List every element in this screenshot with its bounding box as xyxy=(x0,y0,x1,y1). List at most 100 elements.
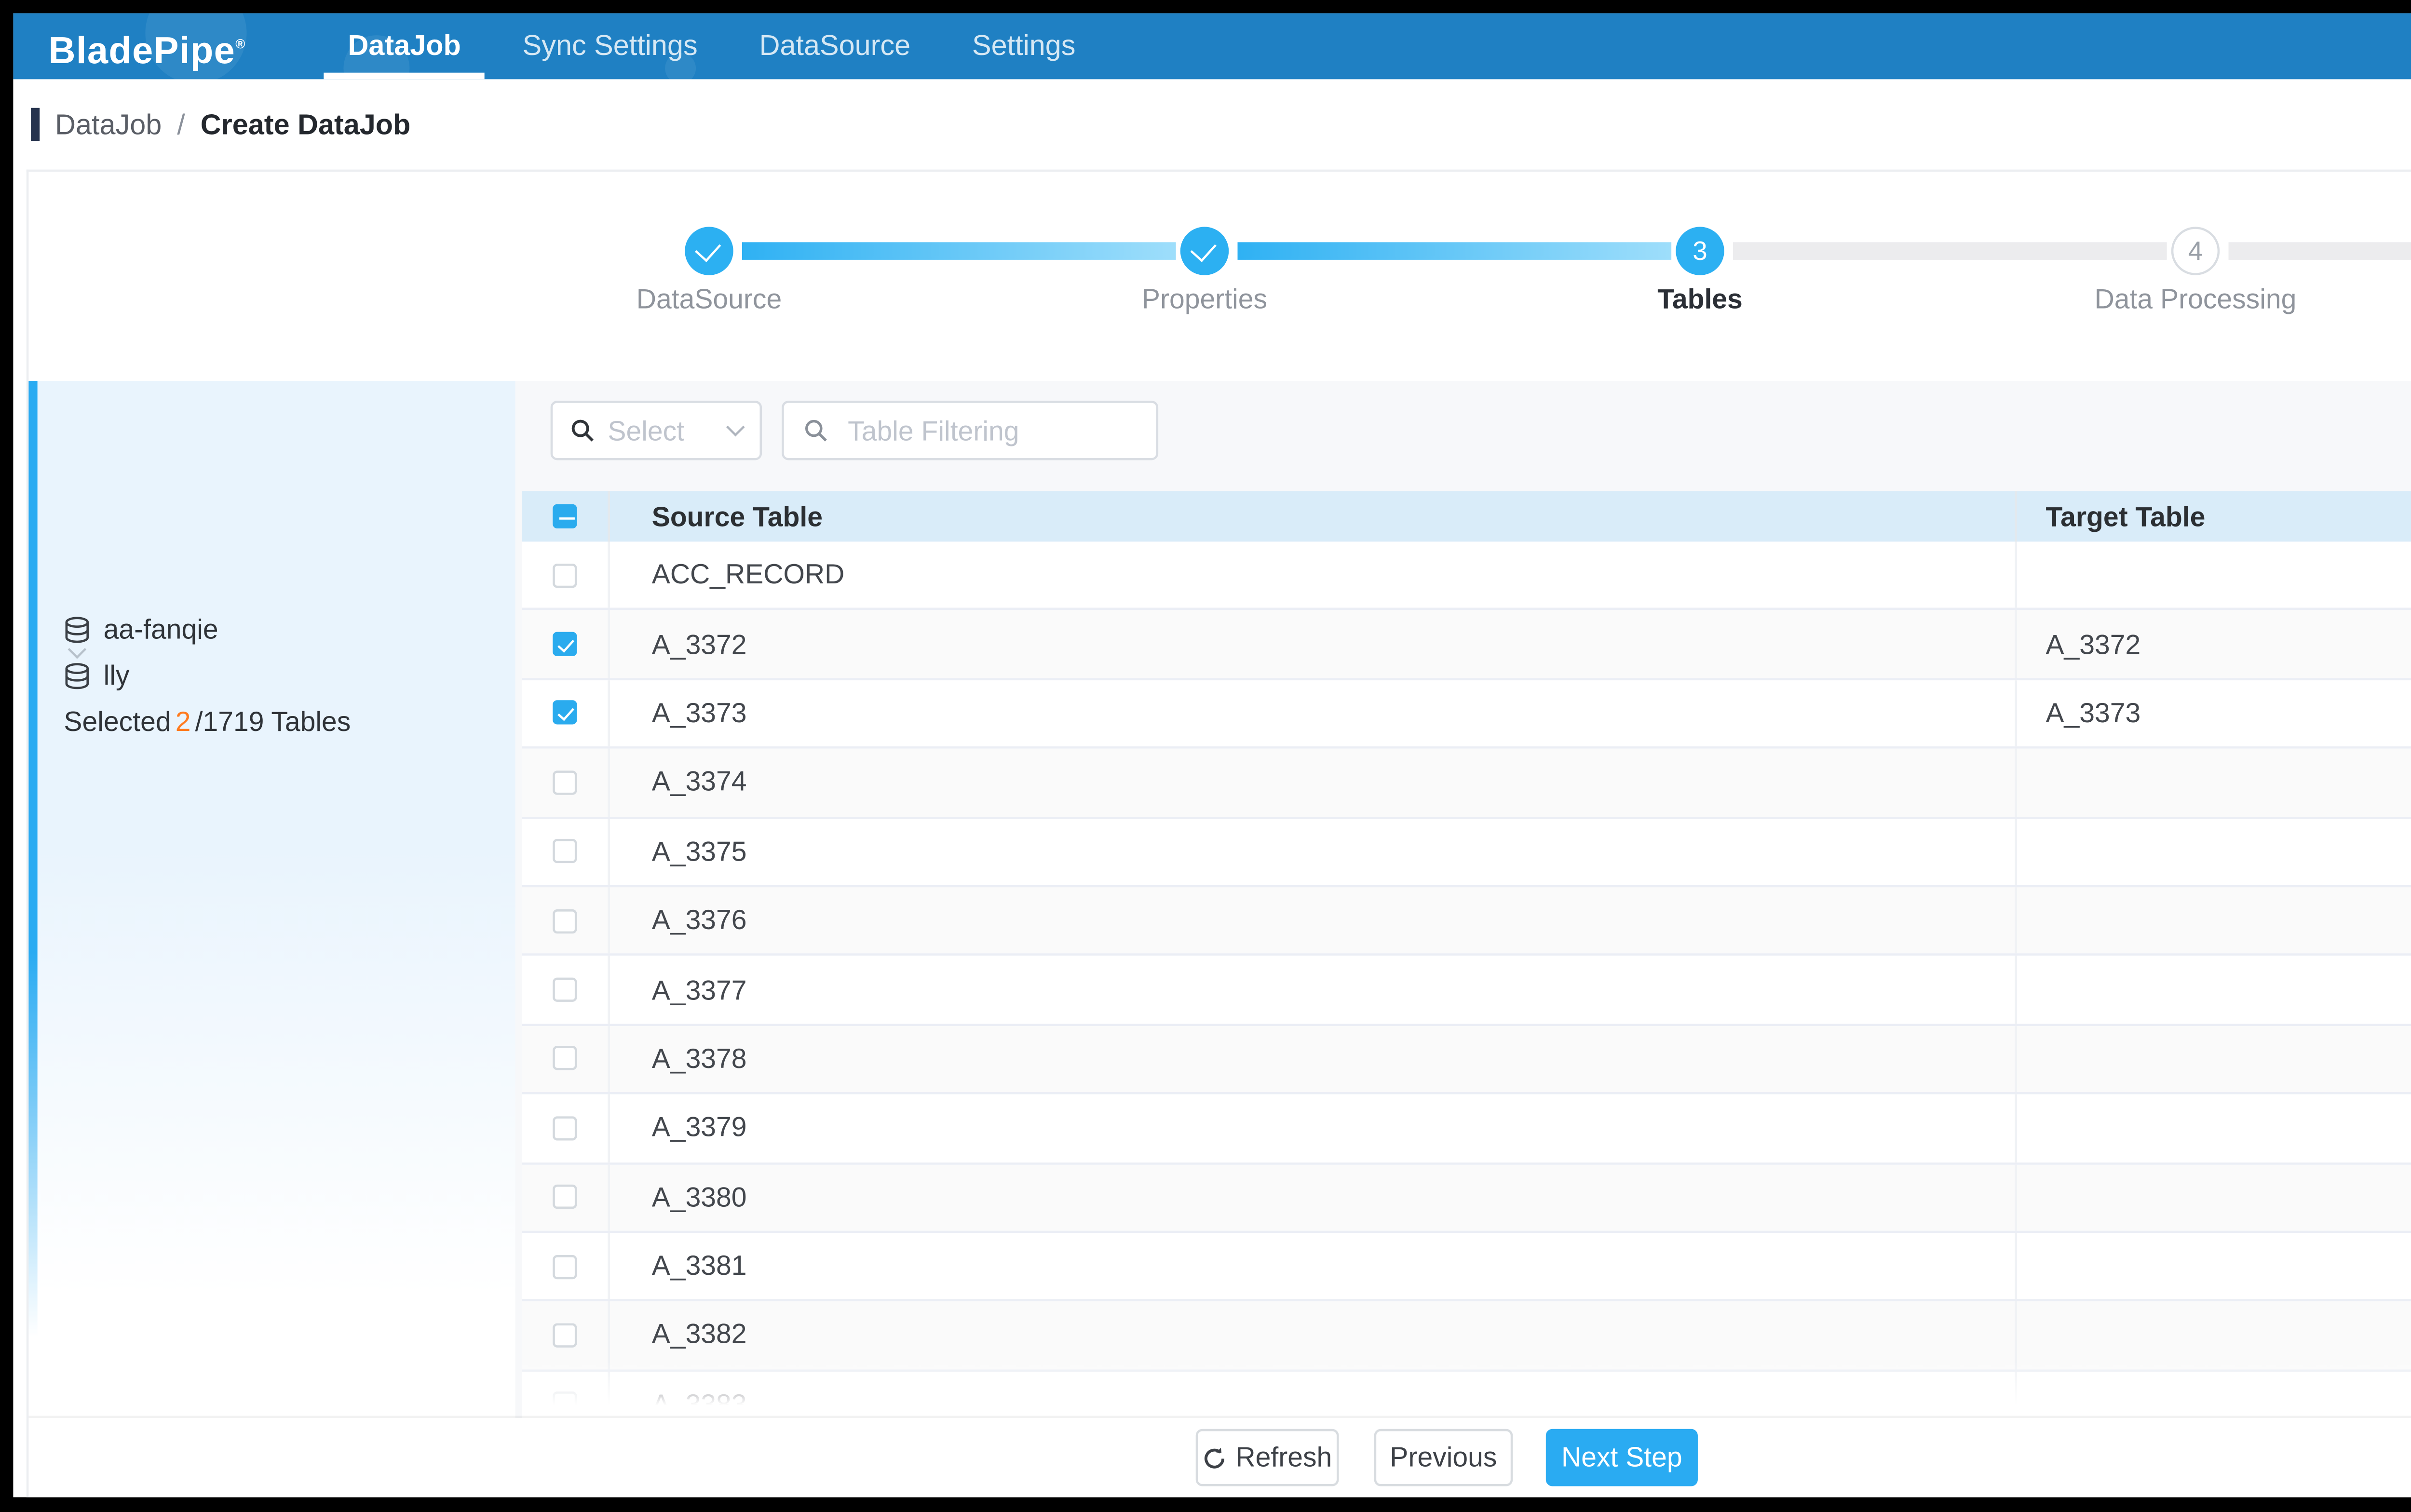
row-checkbox[interactable] xyxy=(553,978,577,1002)
target-table-cell xyxy=(2017,818,2411,885)
step-circle-tables: 3 xyxy=(1676,227,1724,275)
source-table-cell: A_3381 xyxy=(610,1233,2017,1300)
source-table-cell: A_3382 xyxy=(610,1302,2017,1369)
page-title: Create DataJob xyxy=(201,108,411,141)
row-checkbox[interactable] xyxy=(553,1323,577,1348)
search-icon xyxy=(570,418,595,443)
target-table-cell: A_3373 xyxy=(2017,680,2411,747)
table-filter-box xyxy=(782,401,1158,460)
step-label-tables: Tables xyxy=(1657,284,1743,315)
breadcrumb-accent-bar xyxy=(31,108,39,141)
source-table-cell: A_3383 xyxy=(610,1371,2017,1420)
target-table-cell xyxy=(2017,1026,2411,1093)
step-connector xyxy=(742,242,1176,260)
table-row: A_3372 A_3372 xyxy=(522,611,2411,680)
table-row: A_3374 xyxy=(522,749,2411,818)
target-table-cell xyxy=(2017,1094,2411,1161)
table-row: A_3382 xyxy=(522,1302,2411,1371)
breadcrumb: DataJob / Create DataJob xyxy=(55,79,410,169)
row-checkbox[interactable] xyxy=(553,1392,577,1417)
filter-type-select[interactable]: Select xyxy=(551,401,762,460)
row-checkbox[interactable] xyxy=(553,839,577,864)
previous-button[interactable]: Previous xyxy=(1374,1429,1513,1486)
step-circle-data-processing: 4 xyxy=(2171,227,2220,275)
target-table-cell xyxy=(2017,1371,2411,1420)
sidebar-item-target-db[interactable]: lly xyxy=(64,661,129,691)
selected-count-line: Selected2/1719 Tables xyxy=(64,707,351,738)
target-table-cell xyxy=(2017,541,2411,608)
select-placeholder: Select xyxy=(608,415,716,446)
table-row: A_3373 A_3373 xyxy=(522,680,2411,749)
row-checkbox[interactable] xyxy=(553,770,577,795)
row-checkbox[interactable] xyxy=(553,563,577,587)
source-table-column-header: Source Table xyxy=(610,491,2017,541)
target-db-name: lly xyxy=(104,661,130,691)
datasource-sidebar: aa-fanqie lly Selected2/1719 Tables xyxy=(28,381,515,1420)
sidebar-accent-bar xyxy=(28,381,37,1420)
source-table-cell: A_3379 xyxy=(610,1094,2017,1161)
target-table-cell xyxy=(2017,887,2411,954)
row-checkbox[interactable] xyxy=(553,632,577,656)
check-icon xyxy=(695,235,721,262)
row-checkbox[interactable] xyxy=(553,1047,577,1071)
table-row: A_3377 xyxy=(522,957,2411,1026)
registered-mark: ® xyxy=(235,40,246,53)
row-checkbox[interactable] xyxy=(553,1116,577,1140)
table-filter-input[interactable] xyxy=(843,413,1136,448)
breadcrumb-section[interactable]: DataJob xyxy=(55,108,162,141)
table-row: A_3376 xyxy=(522,887,2411,956)
table-row: A_3375 xyxy=(522,818,2411,887)
tab-settings[interactable]: Settings xyxy=(941,13,1106,79)
step-circle-properties xyxy=(1180,227,1229,275)
step-label-properties: Properties xyxy=(1142,284,1267,315)
source-table-cell: A_3377 xyxy=(610,957,2017,1024)
table-header: Source Table Target Table xyxy=(522,491,2411,541)
tab-datasource[interactable]: DataSource xyxy=(729,13,941,79)
step-label-data-processing: Data Processing xyxy=(2095,284,2297,315)
bladepipe-logo[interactable]: BladePipe® xyxy=(48,13,245,79)
database-icon xyxy=(64,662,90,690)
target-table-text: A_3373 xyxy=(2045,698,2140,729)
source-table-cell: A_3372 xyxy=(610,611,2017,678)
source-table-cell: A_3375 xyxy=(610,818,2017,885)
refresh-icon xyxy=(1203,1445,1227,1470)
table-row: ACC_RECORD xyxy=(522,541,2411,610)
target-table-cell xyxy=(2017,1233,2411,1300)
tab-datajob[interactable]: DataJob xyxy=(317,13,492,79)
table-row: A_3381 xyxy=(522,1233,2411,1302)
search-icon xyxy=(804,418,828,443)
refresh-button[interactable]: Refresh xyxy=(1196,1429,1339,1486)
target-table-cell: A_3372 xyxy=(2017,611,2411,678)
app-window: BladePipe® DataJob Sync Settings DataSou… xyxy=(13,13,2411,1497)
row-checkbox[interactable] xyxy=(553,701,577,725)
table-row: A_3379 xyxy=(522,1094,2411,1163)
breadcrumb-separator: / xyxy=(177,108,185,141)
step-connector xyxy=(1237,242,1671,260)
wizard-footer: Refresh Previous Next Step xyxy=(28,1418,2411,1497)
target-table-cell xyxy=(2017,957,2411,1024)
table-body: ACC_RECORD A_3372 A_3372 A_3373 A_3373 A… xyxy=(522,541,2411,1420)
select-all-checkbox[interactable] xyxy=(553,504,577,528)
wizard-card: 3 4 5 DataSource Properties Tables Data … xyxy=(27,170,2411,1498)
row-checkbox[interactable] xyxy=(553,1254,577,1278)
step-connector xyxy=(1733,242,2167,260)
source-db-name: aa-fanqie xyxy=(104,614,218,645)
next-step-button[interactable]: Next Step xyxy=(1546,1429,1698,1486)
target-table-column-header: Target Table xyxy=(2017,491,2411,541)
target-table-cell xyxy=(2017,1164,2411,1231)
selected-count: 2 xyxy=(176,707,191,738)
step-circle-datasource xyxy=(685,227,733,275)
step-connector xyxy=(2229,242,2411,260)
tab-sync-settings[interactable]: Sync Settings xyxy=(492,13,729,79)
sidebar-item-source-db[interactable]: aa-fanqie xyxy=(64,614,218,645)
top-nav: BladePipe® DataJob Sync Settings DataSou… xyxy=(13,13,2411,79)
target-table-cell xyxy=(2017,1302,2411,1369)
source-table-cell: A_3376 xyxy=(610,887,2017,954)
row-checkbox[interactable] xyxy=(553,1185,577,1209)
source-table-cell: A_3373 xyxy=(610,680,2017,747)
source-table-cell: A_3378 xyxy=(610,1026,2017,1093)
step-label-datasource: DataSource xyxy=(637,284,782,315)
table-row: A_3380 xyxy=(522,1164,2411,1233)
nav-tabs: DataJob Sync Settings DataSource Setting… xyxy=(317,13,1107,79)
row-checkbox[interactable] xyxy=(553,908,577,932)
